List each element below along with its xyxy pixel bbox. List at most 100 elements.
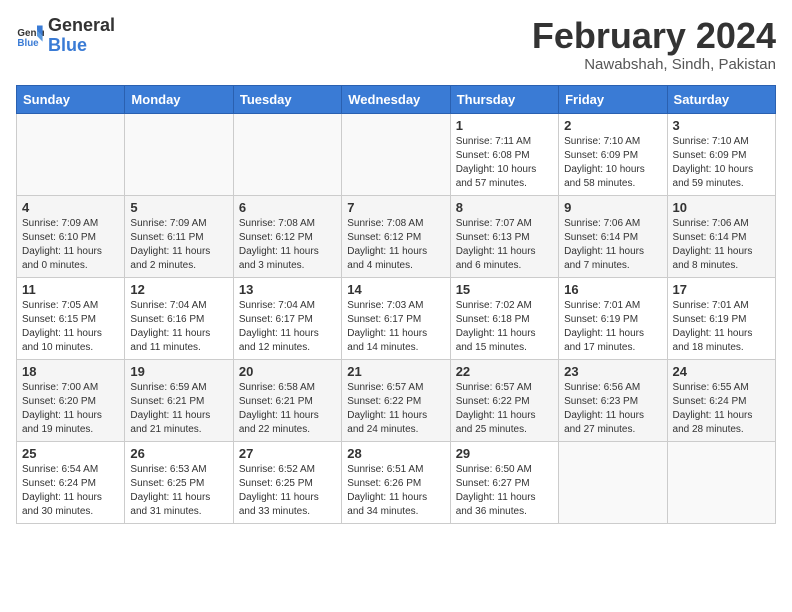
- calendar-cell: 12 Sunrise: 7:04 AMSunset: 6:16 PMDayligh…: [125, 277, 233, 359]
- day-info: Sunrise: 7:00 AMSunset: 6:20 PMDaylight:…: [22, 381, 119, 437]
- day-info: Sunrise: 6:52 AMSunset: 6:25 PMDaylight:…: [239, 463, 336, 519]
- calendar-cell: 27 Sunrise: 6:52 AMSunset: 6:25 PMDayligh…: [233, 441, 341, 523]
- calendar-header-monday: Monday: [125, 85, 233, 113]
- day-info: Sunrise: 6:57 AMSunset: 6:22 PMDaylight:…: [347, 381, 444, 437]
- calendar-cell: 23Sunrise: 6:56 AMSunset: 6:23 PMDayligh…: [559, 359, 667, 441]
- day-info: Sunrise: 6:51 AMSunset: 6:26 PMDaylight:…: [347, 463, 444, 519]
- day-number: 4: [22, 200, 119, 215]
- day-number: 3: [673, 118, 770, 133]
- calendar-cell: 17 Sunrise: 7:01 AMSunset: 6:19 PMDayligh…: [667, 277, 775, 359]
- day-number: 14: [347, 282, 444, 297]
- day-info: Sunrise: 7:09 AMSunset: 6:11 PMDaylight:…: [130, 217, 227, 273]
- day-info: Sunrise: 6:54 AMSunset: 6:24 PMDaylight:…: [22, 463, 119, 519]
- calendar-cell: [667, 441, 775, 523]
- calendar-cell: 19 Sunrise: 6:59 AMSunset: 6:21 PMDayligh…: [125, 359, 233, 441]
- day-number: 16: [564, 282, 661, 297]
- logo: General Blue General Blue: [16, 16, 115, 56]
- day-number: 2: [564, 118, 661, 133]
- calendar-header-friday: Friday: [559, 85, 667, 113]
- day-info: Sunrise: 7:02 AMSunset: 6:18 PMDaylight:…: [456, 299, 553, 355]
- day-number: 19: [130, 364, 227, 379]
- day-info: Sunrise: 7:04 AMSunset: 6:16 PMDaylight:…: [130, 299, 227, 355]
- day-info: Sunrise: 7:09 AMSunset: 6:10 PMDaylight:…: [22, 217, 119, 273]
- calendar-cell: 14 Sunrise: 7:03 AMSunset: 6:17 PMDayligh…: [342, 277, 450, 359]
- day-info: Sunrise: 6:55 AMSunset: 6:24 PMDaylight:…: [673, 381, 770, 437]
- calendar-cell: 4 Sunrise: 7:09 AMSunset: 6:10 PMDaylight…: [17, 195, 125, 277]
- calendar-cell: 28Sunrise: 6:51 AMSunset: 6:26 PMDayligh…: [342, 441, 450, 523]
- calendar-cell: [559, 441, 667, 523]
- day-number: 13: [239, 282, 336, 297]
- day-number: 11: [22, 282, 119, 297]
- day-number: 6: [239, 200, 336, 215]
- day-number: 5: [130, 200, 227, 215]
- calendar-header-row: SundayMondayTuesdayWednesdayThursdayFrid…: [17, 85, 776, 113]
- calendar-cell: 1 Sunrise: 7:11 AMSunset: 6:08 PMDaylight…: [450, 113, 558, 195]
- calendar-cell: 9 Sunrise: 7:06 AMSunset: 6:14 PMDaylight…: [559, 195, 667, 277]
- day-info: Sunrise: 7:11 AMSunset: 6:08 PMDaylight:…: [456, 135, 553, 191]
- calendar-cell: [17, 113, 125, 195]
- day-number: 1: [456, 118, 553, 133]
- day-info: Sunrise: 7:08 AMSunset: 6:12 PMDaylight:…: [347, 217, 444, 273]
- day-info: Sunrise: 6:59 AMSunset: 6:21 PMDaylight:…: [130, 381, 227, 437]
- calendar-cell: 25 Sunrise: 6:54 AMSunset: 6:24 PMDayligh…: [17, 441, 125, 523]
- calendar-title: February 2024: [532, 16, 776, 56]
- calendar-cell: 16 Sunrise: 7:01 AMSunset: 6:19 PMDayligh…: [559, 277, 667, 359]
- page-header: General Blue General Blue February 2024 …: [16, 16, 776, 73]
- day-info: Sunrise: 7:01 AMSunset: 6:19 PMDaylight:…: [564, 299, 661, 355]
- day-number: 21: [347, 364, 444, 379]
- calendar-header-wednesday: Wednesday: [342, 85, 450, 113]
- day-number: 26: [130, 446, 227, 461]
- day-number: 15: [456, 282, 553, 297]
- day-number: 9: [564, 200, 661, 215]
- calendar-cell: 7 Sunrise: 7:08 AMSunset: 6:12 PMDaylight…: [342, 195, 450, 277]
- calendar-cell: 18 Sunrise: 7:00 AMSunset: 6:20 PMDayligh…: [17, 359, 125, 441]
- calendar-cell: 11Sunrise: 7:05 AMSunset: 6:15 PMDayligh…: [17, 277, 125, 359]
- calendar-cell: 6 Sunrise: 7:08 AMSunset: 6:12 PMDaylight…: [233, 195, 341, 277]
- day-number: 17: [673, 282, 770, 297]
- day-number: 12: [130, 282, 227, 297]
- calendar-header-tuesday: Tuesday: [233, 85, 341, 113]
- day-number: 7: [347, 200, 444, 215]
- day-number: 29: [456, 446, 553, 461]
- day-info: Sunrise: 7:03 AMSunset: 6:17 PMDaylight:…: [347, 299, 444, 355]
- calendar-cell: 3 Sunrise: 7:10 AMSunset: 6:09 PMDaylight…: [667, 113, 775, 195]
- svg-text:Blue: Blue: [17, 38, 39, 49]
- logo-icon: General Blue: [16, 22, 44, 50]
- day-number: 27: [239, 446, 336, 461]
- calendar-cell: 22 Sunrise: 6:57 AMSunset: 6:22 PMDayligh…: [450, 359, 558, 441]
- calendar-cell: 15 Sunrise: 7:02 AMSunset: 6:18 PMDayligh…: [450, 277, 558, 359]
- calendar-header-thursday: Thursday: [450, 85, 558, 113]
- day-number: 25: [22, 446, 119, 461]
- day-number: 24: [673, 364, 770, 379]
- day-info: Sunrise: 7:01 AMSunset: 6:19 PMDaylight:…: [673, 299, 770, 355]
- calendar-cell: 20 Sunrise: 6:58 AMSunset: 6:21 PMDayligh…: [233, 359, 341, 441]
- day-info: Sunrise: 6:57 AMSunset: 6:22 PMDaylight:…: [456, 381, 553, 437]
- calendar-week-2: 4 Sunrise: 7:09 AMSunset: 6:10 PMDaylight…: [17, 195, 776, 277]
- calendar-week-3: 11Sunrise: 7:05 AMSunset: 6:15 PMDayligh…: [17, 277, 776, 359]
- day-number: 22: [456, 364, 553, 379]
- day-info: Sunrise: 7:06 AMSunset: 6:14 PMDaylight:…: [564, 217, 661, 273]
- day-number: 23: [564, 364, 661, 379]
- calendar-week-1: 1 Sunrise: 7:11 AMSunset: 6:08 PMDaylight…: [17, 113, 776, 195]
- calendar-cell: 5 Sunrise: 7:09 AMSunset: 6:11 PMDaylight…: [125, 195, 233, 277]
- day-number: 20: [239, 364, 336, 379]
- day-info: Sunrise: 6:58 AMSunset: 6:21 PMDaylight:…: [239, 381, 336, 437]
- calendar-cell: 13Sunrise: 7:04 AMSunset: 6:17 PMDayligh…: [233, 277, 341, 359]
- calendar-cell: 21 Sunrise: 6:57 AMSunset: 6:22 PMDayligh…: [342, 359, 450, 441]
- calendar-header-sunday: Sunday: [17, 85, 125, 113]
- calendar-cell: 8Sunrise: 7:07 AMSunset: 6:13 PMDaylight…: [450, 195, 558, 277]
- day-number: 8: [456, 200, 553, 215]
- calendar-cell: 10Sunrise: 7:06 AMSunset: 6:14 PMDayligh…: [667, 195, 775, 277]
- calendar-week-4: 18 Sunrise: 7:00 AMSunset: 6:20 PMDayligh…: [17, 359, 776, 441]
- calendar-cell: 29 Sunrise: 6:50 AMSunset: 6:27 PMDayligh…: [450, 441, 558, 523]
- calendar-cell: 2 Sunrise: 7:10 AMSunset: 6:09 PMDaylight…: [559, 113, 667, 195]
- day-info: Sunrise: 7:10 AMSunset: 6:09 PMDaylight:…: [564, 135, 661, 191]
- calendar-cell: [342, 113, 450, 195]
- title-block: February 2024 Nawabshah, Sindh, Pakistan: [532, 16, 776, 73]
- calendar-week-5: 25 Sunrise: 6:54 AMSunset: 6:24 PMDayligh…: [17, 441, 776, 523]
- day-number: 18: [22, 364, 119, 379]
- day-info: Sunrise: 6:50 AMSunset: 6:27 PMDaylight:…: [456, 463, 553, 519]
- day-number: 10: [673, 200, 770, 215]
- day-info: Sunrise: 7:10 AMSunset: 6:09 PMDaylight:…: [673, 135, 770, 191]
- day-info: Sunrise: 7:08 AMSunset: 6:12 PMDaylight:…: [239, 217, 336, 273]
